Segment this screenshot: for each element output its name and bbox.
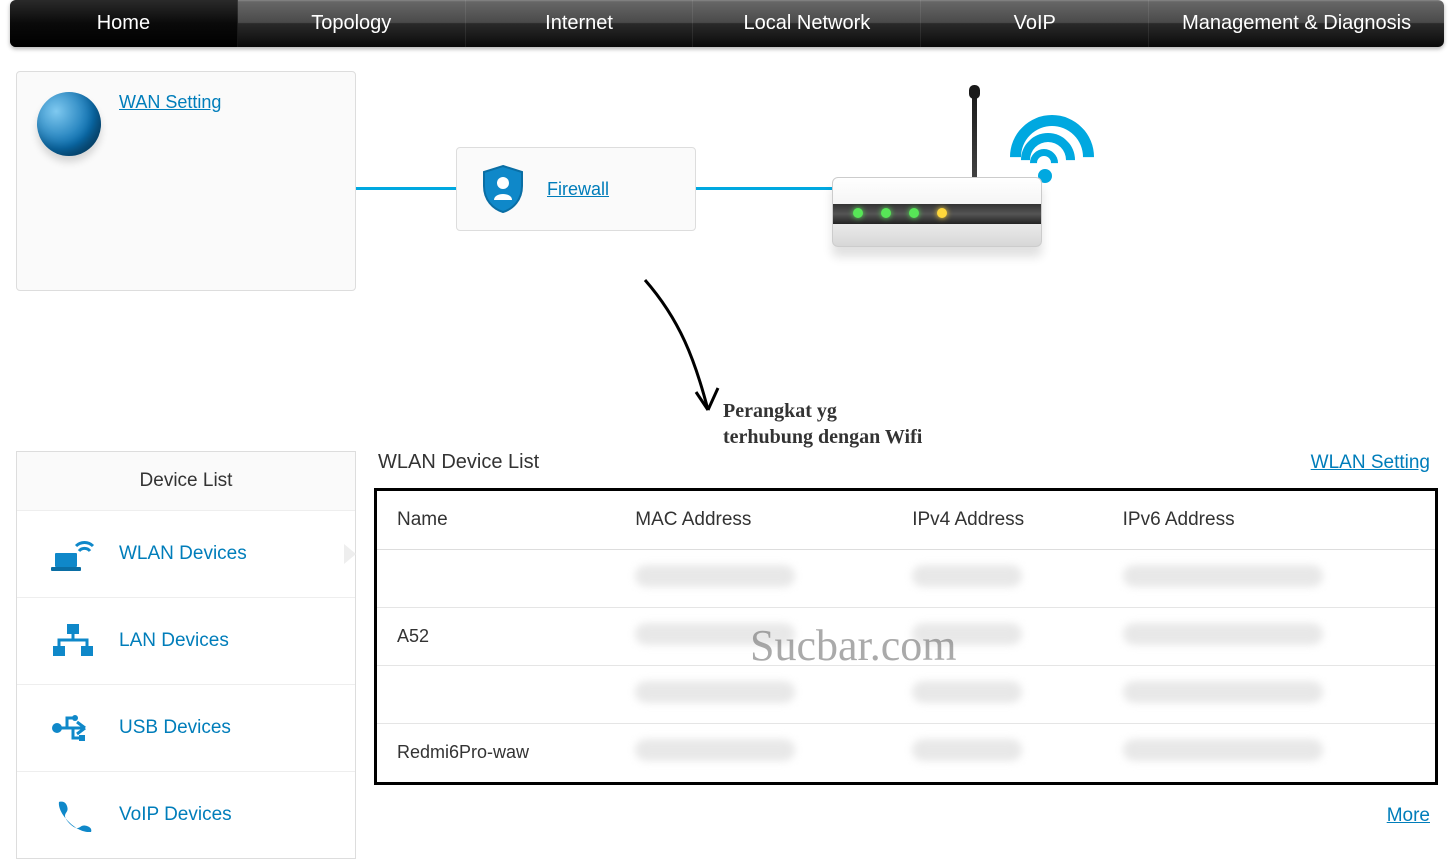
col-ipv4: IPv4 Address: [892, 491, 1102, 550]
cell-name: [377, 550, 615, 608]
sidebar-item-voip-devices[interactable]: VoIP Devices: [17, 771, 355, 858]
nav-local-network[interactable]: Local Network: [693, 0, 921, 47]
cell-ipv6: [1103, 608, 1435, 666]
cell-name: Redmi6Pro-waw: [377, 724, 615, 782]
col-mac: MAC Address: [615, 491, 892, 550]
sidebar-item-lan-devices[interactable]: LAN Devices: [17, 597, 355, 684]
more-link[interactable]: More: [1387, 805, 1430, 826]
cell-ipv6: [1103, 550, 1435, 608]
cell-ipv6: [1103, 724, 1435, 782]
table-row: [377, 666, 1435, 724]
cell-mac: [615, 666, 892, 724]
cell-mac: [615, 724, 892, 782]
panel-title: WLAN Device List: [378, 451, 539, 474]
cell-mac: [615, 550, 892, 608]
sidebar-item-usb-devices[interactable]: USB Devices: [17, 684, 355, 771]
firewall-link[interactable]: Firewall: [547, 179, 609, 200]
nav-topology[interactable]: Topology: [238, 0, 466, 47]
sidebar-title: Device List: [17, 452, 355, 510]
nav-management-diagnosis[interactable]: Management & Diagnosis: [1149, 0, 1444, 47]
shield-icon: [477, 163, 529, 215]
device-list-sidebar: Device List WLAN Devices LAN Devices USB…: [16, 451, 356, 859]
col-name: Name: [377, 491, 615, 550]
phone-icon: [51, 798, 95, 832]
firewall-card: Firewall: [456, 147, 696, 231]
wlan-setting-link[interactable]: WLAN Setting: [1311, 452, 1430, 474]
cell-ipv4: [892, 550, 1102, 608]
sidebar-item-label: VoIP Devices: [119, 804, 232, 826]
topology-link-line: [696, 187, 841, 190]
nav-home[interactable]: Home: [10, 0, 238, 47]
usb-icon: [51, 711, 95, 745]
cell-ipv4: [892, 724, 1102, 782]
cell-ipv6: [1103, 666, 1435, 724]
table-row: Redmi6Pro-waw: [377, 724, 1435, 782]
wan-setting-link[interactable]: WAN Setting: [119, 92, 221, 113]
top-nav: Home Topology Internet Local Network VoI…: [10, 0, 1444, 47]
table-row: [377, 550, 1435, 608]
col-ipv6: IPv6 Address: [1103, 491, 1435, 550]
wifi-laptop-icon: [51, 537, 95, 571]
sidebar-item-label: LAN Devices: [119, 630, 229, 652]
sidebar-item-label: WLAN Devices: [119, 543, 247, 565]
nav-internet[interactable]: Internet: [466, 0, 694, 47]
wan-card: WAN Setting: [16, 71, 356, 291]
watermark-text: Sucbar.com: [750, 620, 957, 671]
lan-icon: [51, 624, 95, 658]
annotation-text: Perangkat yg terhubung dengan Wifi: [723, 398, 922, 450]
globe-icon: [37, 92, 101, 156]
cell-ipv4: [892, 666, 1102, 724]
cell-name: [377, 666, 615, 724]
nav-voip[interactable]: VoIP: [921, 0, 1149, 47]
sidebar-item-wlan-devices[interactable]: WLAN Devices: [17, 510, 355, 597]
sidebar-item-label: USB Devices: [119, 717, 231, 739]
topology-link-line: [356, 187, 456, 190]
cell-name: A52: [377, 608, 615, 666]
router-icon: [832, 91, 1072, 291]
